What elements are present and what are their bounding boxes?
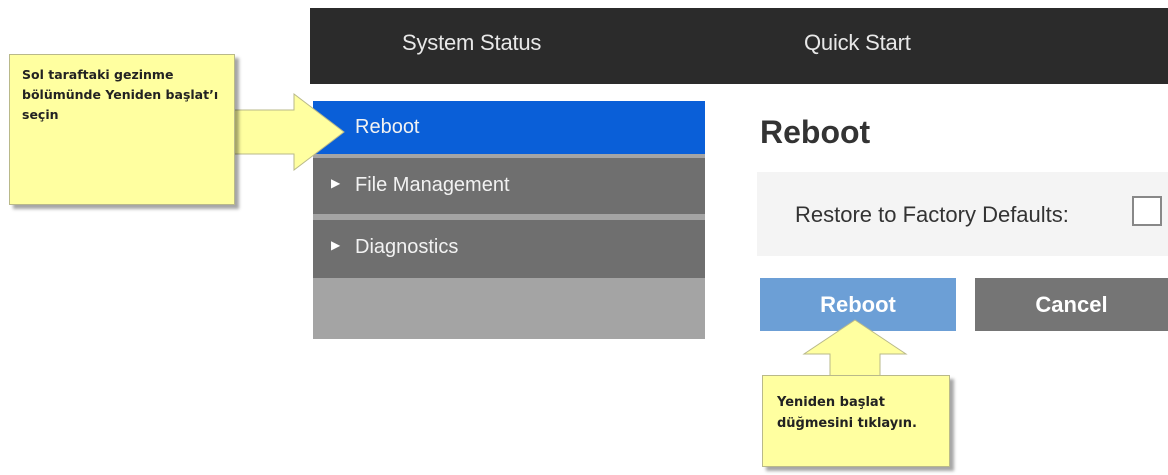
tab-quick-start[interactable]: Quick Start	[804, 30, 911, 56]
sidebar-item-label: Reboot	[355, 116, 420, 138]
cancel-button[interactable]: Cancel	[975, 278, 1168, 331]
restore-defaults-checkbox[interactable]	[1132, 196, 1162, 226]
sidebar-item-diagnostics[interactable]: ▶ Diagnostics	[313, 220, 705, 278]
callout-arrow-right-icon	[231, 92, 345, 172]
sidebar-item-label: File Management	[355, 174, 510, 196]
restore-defaults-panel: Restore to Factory Defaults:	[757, 172, 1168, 256]
top-navigation-bar: System Status Quick Start	[310, 8, 1168, 84]
page-title: Reboot	[760, 114, 871, 150]
sidebar-item-reboot[interactable]: Reboot	[313, 101, 705, 154]
callout-arrow-up-icon	[802, 319, 908, 379]
caret-right-icon: ▶	[331, 238, 341, 252]
sidebar-item-label: Diagnostics	[355, 236, 459, 258]
tab-system-status[interactable]: System Status	[402, 30, 541, 56]
instruction-callout-sidebar: Sol taraftaki gezinme bölümünde Yeniden …	[9, 54, 235, 205]
sidebar: Reboot ▶ File Management ▶ Diagnostics	[313, 101, 705, 339]
caret-right-icon: ▶	[331, 176, 341, 190]
restore-defaults-label: Restore to Factory Defaults:	[795, 202, 1069, 227]
sidebar-item-file-management[interactable]: ▶ File Management	[313, 158, 705, 214]
callout-text: Yeniden başlat düğmesini tıklayın.	[777, 395, 917, 431]
instruction-callout-reboot-button: Yeniden başlat düğmesini tıklayın.	[762, 375, 950, 467]
callout-text: Sol taraftaki gezinme bölümünde Yeniden …	[22, 67, 219, 122]
